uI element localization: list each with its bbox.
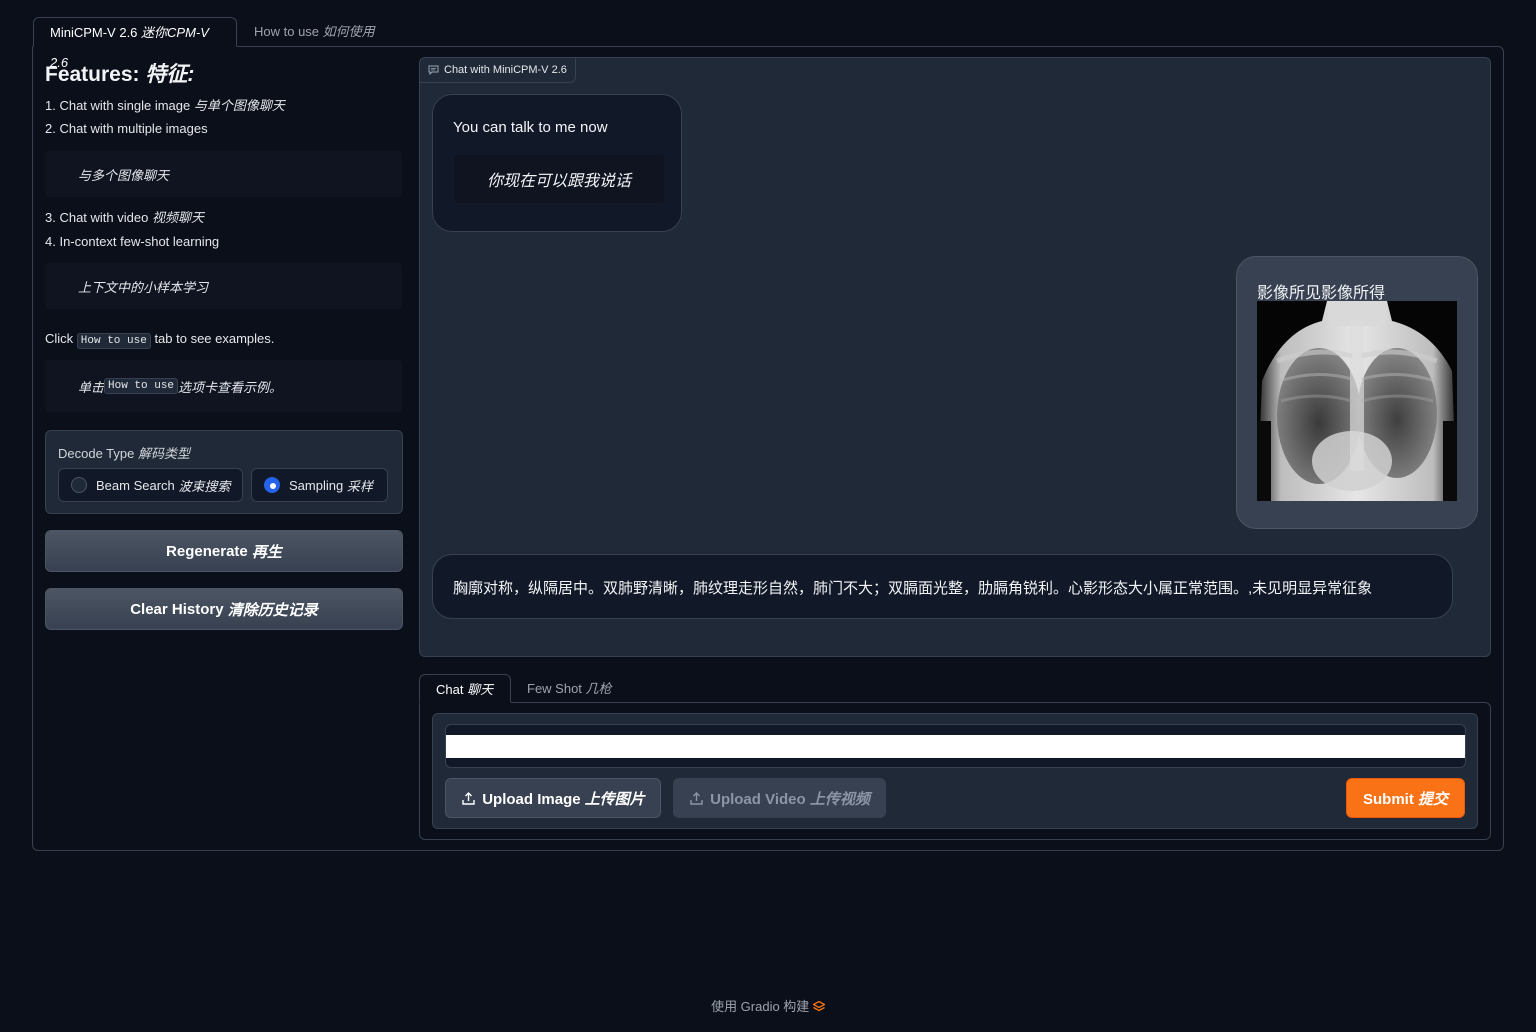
- radio-checked-icon[interactable]: [264, 477, 280, 493]
- how-to-hint-cn-code: How to use: [104, 378, 179, 394]
- tab-few-shot-label-cn: 几枪: [585, 681, 612, 696]
- chatbot-label: Chat with MiniCPM-V 2.6: [420, 58, 576, 83]
- feature-item-1-cn: 与单个图像聊天: [193, 98, 285, 113]
- upload-image-button[interactable]: Upload Image 上传图片: [445, 778, 661, 818]
- features-title-cn: 特征:: [145, 63, 195, 86]
- tab-chat-label: Chat: [436, 682, 464, 697]
- tab-chat[interactable]: Chat 聊天: [419, 674, 511, 703]
- feature-item-1: 1. Chat with single image 与单个图像聊天: [45, 95, 285, 114]
- tab-few-shot-label: Few Shot: [527, 681, 582, 696]
- regenerate-button-label-cn: 再生: [251, 543, 282, 561]
- radio-sampling-label: Sampling: [289, 477, 344, 493]
- tab-minicpm-label: MiniCPM-V 2.6: [50, 25, 138, 40]
- how-to-hint-cn-post: 选项卡查看示例。: [178, 379, 283, 395]
- bot-message-2-text: 胸廓对称，纵隔居中。双肺野清晰，肺纹理走形自然，肺门不大；双膈面光整，肋膈角锐利…: [453, 580, 1373, 597]
- regenerate-button[interactable]: Regenerate 再生: [45, 530, 403, 572]
- clear-history-button-label: Clear History: [130, 600, 224, 618]
- feature-item-4: 4. In-context few-shot learning: [45, 234, 220, 249]
- radio-sampling-label-cn: 采样: [346, 478, 373, 494]
- radio-beam-search-label: Beam Search: [96, 477, 175, 493]
- feature-item-2-quote: 与多个图像聊天: [45, 151, 402, 197]
- chat-bubble-icon: [428, 65, 439, 75]
- upload-icon: [690, 791, 703, 805]
- footer[interactable]: 使用 Gradio 构建: [0, 996, 1536, 1015]
- clear-history-button[interactable]: Clear History 清除历史记录: [45, 588, 403, 630]
- chatbot[interactable]: Chat with MiniCPM-V 2.6 You can talk to …: [419, 57, 1491, 657]
- user-message-1-text: 影像所见影像所得: [1257, 285, 1386, 302]
- chat-input-block: Upload Image 上传图片 Upload Video 上传视频 Subm…: [432, 713, 1478, 829]
- user-message-1: 影像所见影像所得: [1236, 256, 1478, 529]
- how-to-hint-cn-pre: 单击: [78, 379, 105, 395]
- submit-label: Submit: [1362, 790, 1414, 808]
- decode-type-label-en: Decode Type: [58, 446, 135, 461]
- feature-item-3-cn: 视频聊天: [151, 210, 204, 225]
- upload-video-button[interactable]: Upload Video 上传视频: [673, 778, 886, 818]
- regenerate-button-label: Regenerate: [166, 542, 248, 560]
- tab-minicpm[interactable]: MiniCPM-V 2.6 迷你CPM-V 2.6: [33, 17, 237, 70]
- bot-message-2: 胸廓对称，纵隔居中。双肺野清晰，肺纹理走形自然，肺门不大；双膈面光整，肋膈角锐利…: [432, 554, 1453, 619]
- tab-how-to-use-label: How to use: [254, 24, 320, 39]
- message-input[interactable]: [446, 735, 1465, 758]
- how-to-hint-code: How to use: [76, 333, 151, 349]
- how-to-hint-cn: 单击 How to use 选项卡查看示例。: [45, 360, 402, 412]
- upload-image-label: Upload Image: [482, 790, 581, 808]
- feature-item-2: 2. Chat with multiple images: [45, 121, 208, 136]
- tab-how-to-use[interactable]: How to use 如何使用: [238, 17, 391, 47]
- bot-message-1-text: You can talk to me now: [453, 119, 608, 136]
- feature-item-4-quote: 上下文中的小样本学习: [45, 263, 402, 309]
- upload-icon: [462, 791, 475, 805]
- submit-label-cn: 提交: [1418, 790, 1449, 808]
- tab-how-to-use-label-cn: 如何使用: [322, 24, 375, 39]
- clear-history-button-label-cn: 清除历史记录: [227, 601, 318, 619]
- feature-item-3: 3. Chat with video 视频聊天: [45, 207, 204, 226]
- upload-image-label-cn: 上传图片: [584, 790, 645, 808]
- feature-item-3-en: 3. Chat with video: [45, 210, 149, 225]
- bot-message-1: You can talk to me now 你现在可以跟我说话: [432, 94, 682, 232]
- gradio-logo-icon: [812, 1000, 826, 1012]
- radio-circle-icon[interactable]: [71, 477, 87, 493]
- tab-few-shot[interactable]: Few Shot 几枪: [511, 674, 628, 703]
- tab-chat-label-cn: 聊天: [467, 682, 494, 697]
- decode-type-group: Decode Type 解码类型 Beam Search 波束搜索 Sampli…: [45, 430, 403, 514]
- message-input-wrapper[interactable]: [445, 724, 1466, 768]
- radio-sampling[interactable]: Sampling 采样: [251, 468, 388, 502]
- how-to-hint: Click How to use tab to see examples.: [45, 331, 275, 349]
- radio-beam-search-label-cn: 波束搜索: [178, 478, 231, 494]
- feature-item-1-en: 1. Chat with single image: [45, 98, 191, 113]
- decode-type-label: Decode Type 解码类型: [58, 443, 190, 462]
- decode-type-label-cn: 解码类型: [138, 446, 191, 461]
- how-to-hint-pre: Click: [45, 331, 74, 346]
- bot-message-1-quote: 你现在可以跟我说话: [454, 155, 664, 203]
- chest-xray-image[interactable]: [1257, 301, 1457, 501]
- chest-xray-graphic: [1257, 301, 1457, 501]
- chatbot-label-text: Chat with MiniCPM-V 2.6: [444, 64, 567, 76]
- submit-button[interactable]: Submit 提交: [1346, 778, 1465, 818]
- radio-beam-search[interactable]: Beam Search 波束搜索: [58, 468, 243, 502]
- upload-video-label-cn: 上传视频: [809, 790, 870, 808]
- how-to-hint-post: tab to see examples.: [154, 331, 275, 346]
- upload-video-label: Upload Video: [710, 790, 806, 808]
- footer-text[interactable]: 使用 Gradio 构建: [711, 999, 809, 1014]
